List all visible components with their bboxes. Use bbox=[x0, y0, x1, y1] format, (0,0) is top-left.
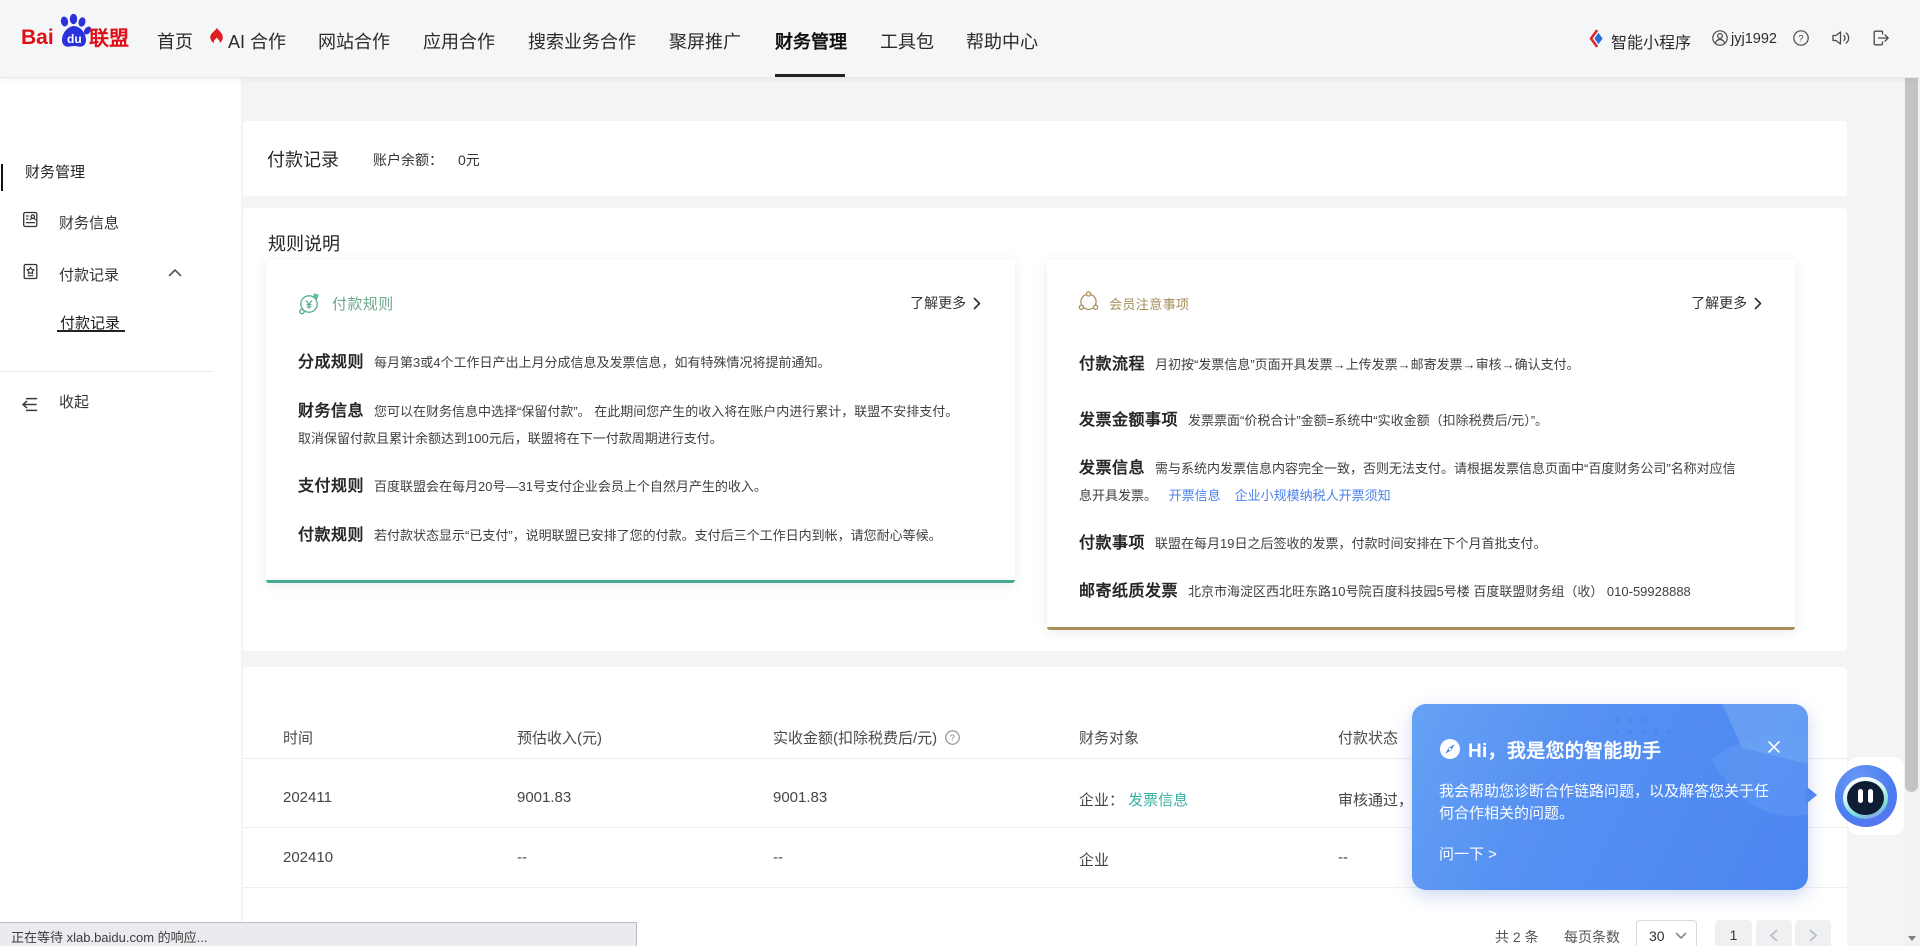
svg-text:Bai: Bai bbox=[21, 26, 54, 49]
svg-text:du: du bbox=[67, 32, 82, 46]
svg-text:联盟: 联盟 bbox=[89, 27, 129, 50]
svg-text:?: ? bbox=[950, 733, 955, 743]
svg-text:?: ? bbox=[1798, 34, 1803, 45]
